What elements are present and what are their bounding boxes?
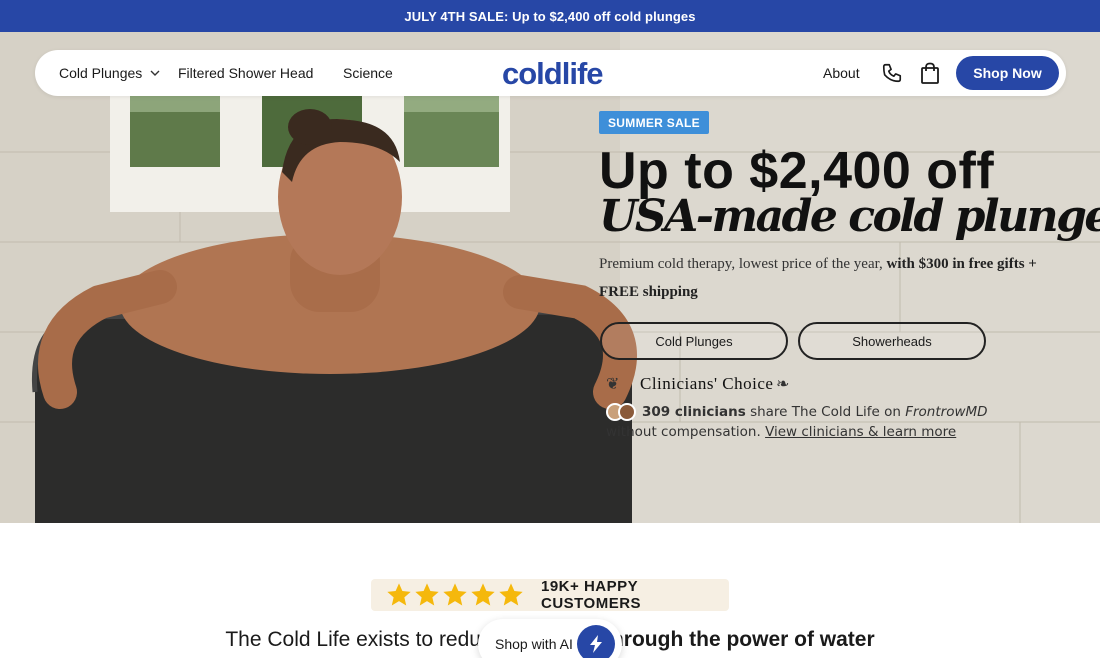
clinicians-endorsement: 309 clinicians share The Cold Life on Fr… <box>606 402 1026 442</box>
clinician-text-mid: share The Cold Life on <box>750 404 901 420</box>
star-icon <box>471 583 495 606</box>
clinician-avatars <box>606 403 636 421</box>
promo-text: JULY 4TH SALE: Up to $2,400 off cold plu… <box>404 8 696 24</box>
shop-with-ai-label: Shop with AI <box>495 636 573 652</box>
nav-science[interactable]: Science <box>343 50 393 96</box>
happy-customers-text: 19K+ HAPPY CUSTOMERS <box>541 578 642 612</box>
hero-description: Premium cold therapy, lowest price of th… <box>599 250 1049 306</box>
shop-with-ai-widget[interactable]: Shop with AI <box>478 619 622 658</box>
view-clinicians-link[interactable]: View clinicians & learn more <box>765 424 956 440</box>
nav-cold-plunges-label: Cold Plunges <box>59 65 143 81</box>
main-navbar: Cold Plunges Filtered Shower Head Scienc… <box>35 50 1066 96</box>
mission-text-start: The Cold Life exists to redu <box>225 628 481 651</box>
ai-lightning-icon <box>577 625 615 658</box>
promo-banner[interactable]: JULY 4TH SALE: Up to $2,400 off cold plu… <box>0 0 1100 32</box>
rating-pill: 19K+ HAPPY CUSTOMERS <box>371 578 729 612</box>
laurel-left-icon: ❦ <box>606 376 620 393</box>
star-icon <box>415 583 439 606</box>
star-icon <box>499 583 523 606</box>
chevron-down-icon <box>150 70 160 77</box>
star-rating <box>385 581 525 609</box>
frontrowmd-brand: FrontrowMD <box>905 404 988 420</box>
nav-about-label: About <box>823 65 860 81</box>
avatar <box>618 403 636 421</box>
shopping-bag-icon[interactable] <box>919 62 941 84</box>
shop-now-button[interactable]: Shop Now <box>956 56 1059 90</box>
nav-science-label: Science <box>343 65 393 81</box>
coldlife-logo[interactable]: coldlife <box>502 56 604 92</box>
summer-sale-badge: SUMMER SALE <box>599 111 709 134</box>
clinicians-choice-title: Clinicians' Choice <box>640 374 774 393</box>
star-icon <box>387 583 411 606</box>
cold-plunges-button[interactable]: Cold Plunges <box>600 322 788 360</box>
nav-filtered-shower-head-label: Filtered Shower Head <box>178 65 314 81</box>
nav-about[interactable]: About <box>823 50 860 96</box>
clinician-text-end: without compensation. <box>606 424 761 440</box>
showerheads-button[interactable]: Showerheads <box>798 322 986 360</box>
hero-description-text: Premium cold therapy, lowest price of th… <box>599 256 883 272</box>
nav-cold-plunges[interactable]: Cold Plunges <box>59 50 160 96</box>
phone-icon[interactable] <box>881 62 903 84</box>
laurel-right-icon: ❧ <box>776 376 790 393</box>
hero-subheadline: USA-made cold plunges <box>599 191 1100 242</box>
mission-text-bold: hrough the power of water <box>610 628 875 651</box>
clinician-count: 309 clinicians <box>642 404 746 420</box>
star-icon <box>443 583 467 606</box>
nav-filtered-shower-head[interactable]: Filtered Shower Head <box>178 50 313 96</box>
